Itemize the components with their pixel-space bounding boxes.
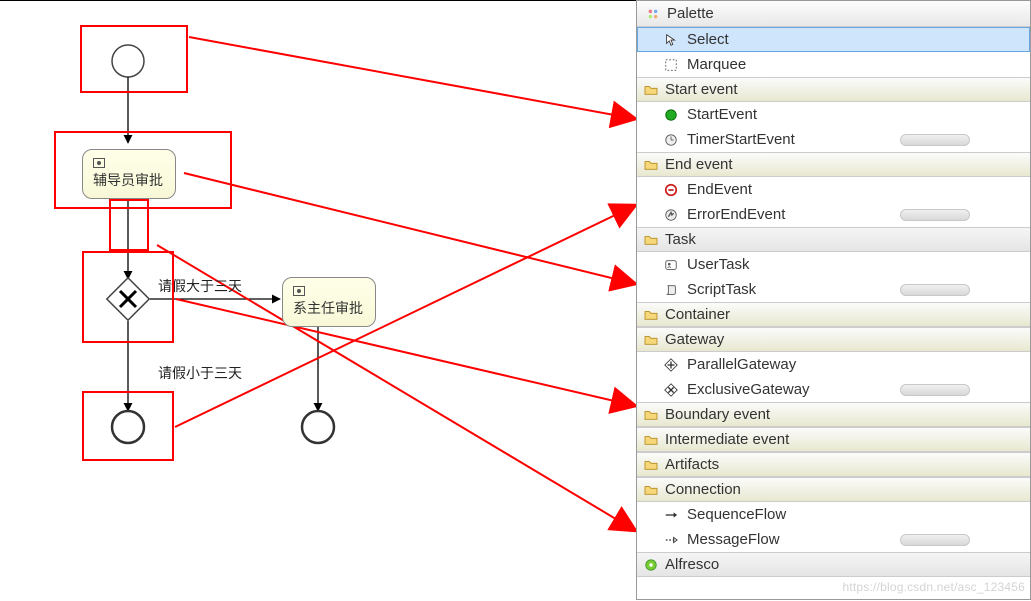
exclusive-gateway-icon: [663, 382, 679, 398]
group-gateway[interactable]: Gateway: [637, 327, 1030, 352]
start-event-icon: [663, 107, 679, 123]
folder-icon: [643, 232, 659, 248]
item-label: ExclusiveGateway: [687, 381, 810, 398]
user-task-node-2[interactable]: 系主任审批: [282, 277, 376, 327]
item-label: Select: [687, 31, 729, 48]
item-label: ParallelGateway: [687, 356, 796, 373]
message-flow-icon: [663, 532, 679, 548]
item-label: Marquee: [687, 56, 746, 73]
item-start-event[interactable]: StartEvent: [637, 102, 1030, 127]
drag-handle-icon: [900, 209, 970, 221]
item-end-event[interactable]: EndEvent: [637, 177, 1030, 202]
folder-icon: [643, 457, 659, 473]
palette-title: Palette: [667, 5, 714, 22]
error-icon: [663, 207, 679, 223]
end-event-node-2[interactable]: [302, 411, 334, 443]
user-task-icon: [293, 286, 305, 296]
app-root: 辅导员审批 系主任审批 请假大于三天 请假小于三天 Palette Sele: [0, 0, 1031, 600]
group-alfresco[interactable]: Alfresco: [637, 552, 1030, 577]
item-parallel-gateway[interactable]: ParallelGateway: [637, 352, 1030, 377]
item-timer-start-event[interactable]: TimerStartEvent: [637, 127, 1030, 152]
item-script-task[interactable]: ScriptTask: [637, 277, 1030, 302]
palette-icon: [645, 6, 661, 22]
group-label: Alfresco: [665, 556, 719, 573]
task-label: 系主任审批: [293, 298, 363, 318]
item-label: SequenceFlow: [687, 506, 786, 523]
folder-icon: [643, 407, 659, 423]
callout-arrow-usertask: [184, 173, 636, 284]
group-label: Artifacts: [665, 456, 719, 473]
group-label: Connection: [665, 481, 741, 498]
marquee-icon: [663, 57, 679, 73]
item-label: TimerStartEvent: [687, 131, 795, 148]
item-label: ErrorEndEvent: [687, 206, 785, 223]
group-label: Intermediate event: [665, 431, 789, 448]
drag-handle-icon: [900, 134, 970, 146]
tool-select[interactable]: Select: [637, 27, 1030, 52]
group-label: Start event: [665, 81, 738, 98]
script-icon: [663, 282, 679, 298]
drag-handle-icon: [900, 284, 970, 296]
palette-panel: Palette Select Marquee Start event Start…: [636, 0, 1031, 600]
callout-box-start: [80, 25, 188, 93]
folder-icon: [643, 332, 659, 348]
callout-box-end: [82, 391, 174, 461]
callout-box-task1: [54, 131, 232, 209]
group-connection[interactable]: Connection: [637, 477, 1030, 502]
folder-icon: [643, 482, 659, 498]
item-label: UserTask: [687, 256, 750, 273]
group-label: Boundary event: [665, 406, 770, 423]
drag-handle-icon: [900, 384, 970, 396]
group-artifacts[interactable]: Artifacts: [637, 452, 1030, 477]
item-user-task[interactable]: UserTask: [637, 252, 1030, 277]
group-boundary-event[interactable]: Boundary event: [637, 402, 1030, 427]
tool-marquee[interactable]: Marquee: [637, 52, 1030, 77]
folder-icon: [643, 307, 659, 323]
group-container[interactable]: Container: [637, 302, 1030, 327]
drag-handle-icon: [900, 534, 970, 546]
alfresco-icon: [643, 557, 659, 573]
parallel-gateway-icon: [663, 357, 679, 373]
timer-icon: [663, 132, 679, 148]
group-label: Task: [665, 231, 696, 248]
group-end-event[interactable]: End event: [637, 152, 1030, 177]
group-start-event[interactable]: Start event: [637, 77, 1030, 102]
group-label: Gateway: [665, 331, 724, 348]
item-label: MessageFlow: [687, 531, 780, 548]
palette-header: Palette: [637, 1, 1030, 27]
group-label: End event: [665, 156, 733, 173]
pointer-icon: [663, 32, 679, 48]
item-label: EndEvent: [687, 181, 752, 198]
item-message-flow[interactable]: MessageFlow: [637, 527, 1030, 552]
callout-box-gateway: [82, 251, 174, 343]
callout-box-flow: [109, 199, 149, 251]
callout-arrow-startevent: [189, 37, 636, 119]
item-label: StartEvent: [687, 106, 757, 123]
folder-icon: [643, 157, 659, 173]
group-intermediate-event[interactable]: Intermediate event: [637, 427, 1030, 452]
folder-icon: [643, 82, 659, 98]
edge-label-lt3: 请假小于三天: [158, 363, 242, 383]
group-label: Container: [665, 306, 730, 323]
item-exclusive-gateway[interactable]: ExclusiveGateway: [637, 377, 1030, 402]
item-sequence-flow[interactable]: SequenceFlow: [637, 502, 1030, 527]
user-task-icon: [663, 257, 679, 273]
diagram-canvas[interactable]: 辅导员审批 系主任审批 请假大于三天 请假小于三天: [0, 0, 636, 600]
sequence-flow-icon: [663, 507, 679, 523]
group-task[interactable]: Task: [637, 227, 1030, 252]
item-error-end-event[interactable]: ErrorEndEvent: [637, 202, 1030, 227]
folder-icon: [643, 432, 659, 448]
end-event-icon: [663, 182, 679, 198]
item-label: ScriptTask: [687, 281, 756, 298]
